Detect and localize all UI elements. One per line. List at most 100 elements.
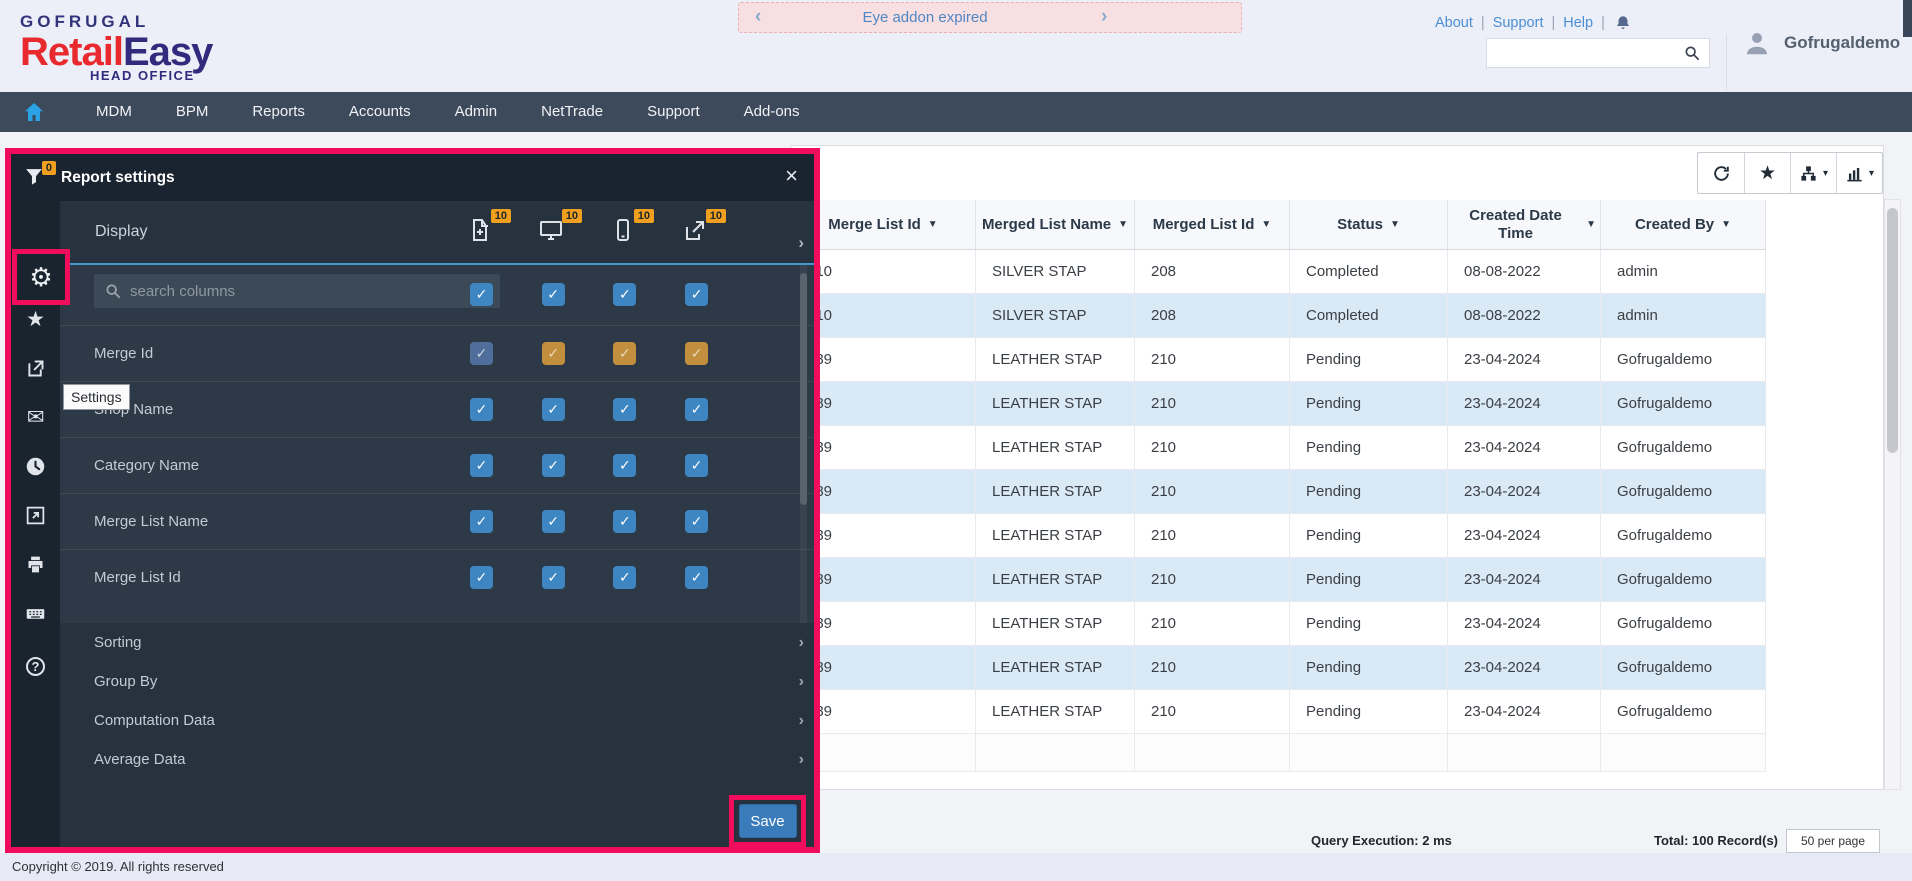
sort-dropdown-icon[interactable]: ▼	[928, 219, 938, 231]
scrollbar-thumb[interactable]	[1887, 208, 1898, 453]
sidebar-item-schedule[interactable]	[11, 454, 60, 478]
header-link-help[interactable]: Help	[1563, 15, 1593, 31]
column-header-status[interactable]: Status ▼	[1290, 200, 1448, 249]
column-checkbox[interactable]: ✓	[613, 397, 637, 421]
panel-scrollbar[interactable]	[800, 265, 807, 623]
column-checkbox[interactable]: ✓	[470, 341, 493, 365]
refresh-button[interactable]	[1698, 153, 1744, 193]
header-link-about[interactable]: About	[1435, 15, 1473, 31]
column-header-merged-list-name[interactable]: Merged List Name ▼	[976, 200, 1135, 249]
column-checkbox[interactable]: ✓	[613, 341, 637, 365]
nav-item-accounts[interactable]: Accounts	[327, 103, 433, 120]
sidebar-item-print[interactable]	[11, 552, 60, 576]
column-checkbox[interactable]: ✓	[613, 509, 637, 533]
nav-item-support[interactable]: Support	[625, 103, 722, 120]
table-row[interactable]	[791, 734, 1766, 772]
sidebar-item-settings[interactable]: ⚙	[12, 249, 70, 305]
home-icon[interactable]	[22, 100, 46, 124]
filter-button[interactable]: 0	[25, 160, 56, 188]
sidebar-item-help[interactable]: ?	[11, 654, 60, 678]
column-checkbox[interactable]: ✓	[470, 565, 493, 589]
export-share-icon[interactable]: 10	[683, 209, 726, 244]
sidebar-item-keyboard[interactable]	[11, 601, 60, 625]
chevron-right-icon[interactable]: ›	[799, 751, 804, 769]
column-checkbox[interactable]: ✓	[470, 397, 493, 421]
chevron-right-icon[interactable]: ›	[799, 712, 804, 730]
chevron-right-icon[interactable]: ›	[799, 634, 804, 652]
column-checkbox[interactable]: ✓	[685, 283, 709, 306]
chart-view-button[interactable]: ▾	[1836, 153, 1882, 193]
chevron-right-icon[interactable]: ›	[799, 673, 804, 691]
mobile-phone-icon[interactable]: 10	[611, 209, 654, 244]
column-checkbox[interactable]: ✓	[685, 397, 709, 421]
display-section-header[interactable]: Display 10 10 10 10 ›	[60, 201, 814, 265]
column-checkbox[interactable]: ✓	[685, 341, 709, 365]
table-row[interactable]: 289LEATHER STAP210Pending23-04-2024Gofru…	[791, 338, 1766, 382]
nav-item-nettrade[interactable]: NetTrade	[519, 103, 625, 120]
section-row-group-by[interactable]: Group By ›	[60, 662, 814, 701]
column-checkbox[interactable]: ✓	[613, 283, 637, 306]
table-row[interactable]: 210SILVER STAP208Completed08-08-2022admi…	[791, 294, 1766, 338]
section-row-computation-data[interactable]: Computation Data ›	[60, 701, 814, 740]
table-row[interactable]: 289LEATHER STAP210Pending23-04-2024Gofru…	[791, 382, 1766, 426]
sidebar-item-export-view[interactable]	[11, 503, 60, 527]
column-checkbox[interactable]: ✓	[541, 397, 565, 421]
search-icon[interactable]	[1684, 45, 1700, 62]
section-row-sorting[interactable]: Sorting ›	[60, 623, 814, 662]
column-checkbox[interactable]: ✓	[613, 453, 637, 477]
table-row[interactable]: 289LEATHER STAP210Pending23-04-2024Gofru…	[791, 426, 1766, 470]
table-row[interactable]: 210SILVER STAP208Completed08-08-2022admi…	[791, 250, 1766, 294]
nav-item-admin[interactable]: Admin	[433, 103, 520, 120]
panel-scrollbar-thumb[interactable]	[800, 273, 807, 505]
nav-item-add-ons[interactable]: Add-ons	[722, 103, 822, 120]
global-search-input[interactable]	[1487, 45, 1684, 61]
nav-item-bpm[interactable]: BPM	[154, 103, 231, 120]
hierarchy-view-button[interactable]: ▾	[1790, 153, 1836, 193]
sidebar-item-share[interactable]	[11, 356, 60, 380]
per-page-select[interactable]: 50 per page	[1786, 829, 1880, 853]
user-menu[interactable]: Gofrugaldemo	[1742, 28, 1900, 58]
sort-dropdown-icon[interactable]: ▼	[1261, 219, 1271, 231]
column-checkbox[interactable]: ✓	[541, 509, 565, 533]
column-checkbox[interactable]: ✓	[541, 565, 565, 589]
table-row[interactable]: 289LEATHER STAP210Pending23-04-2024Gofru…	[791, 646, 1766, 690]
save-button[interactable]: Save	[738, 804, 797, 838]
section-row-average-data[interactable]: Average Data ›	[60, 740, 814, 779]
column-checkbox[interactable]: ✓	[685, 453, 709, 477]
column-checkbox[interactable]: ✓	[541, 341, 565, 365]
column-checkbox[interactable]: ✓	[541, 283, 565, 306]
column-checkbox[interactable]: ✓	[685, 565, 709, 589]
sort-dropdown-icon[interactable]: ▼	[1586, 219, 1596, 231]
column-header-merged-list-id[interactable]: Merged List Id ▼	[1135, 200, 1290, 249]
sort-dropdown-icon[interactable]: ▼	[1118, 219, 1128, 231]
column-checkbox[interactable]: ✓	[470, 283, 493, 306]
vertical-scrollbar[interactable]	[1884, 199, 1901, 790]
column-search-input[interactable]	[130, 282, 500, 300]
desktop-monitor-icon[interactable]: 10	[539, 209, 582, 244]
table-row[interactable]: 289LEATHER STAP210Pending23-04-2024Gofru…	[791, 470, 1766, 514]
add-document-icon[interactable]: 10	[468, 209, 511, 244]
sidebar-item-mail[interactable]: ✉	[11, 405, 60, 429]
table-row[interactable]: 289LEATHER STAP210Pending23-04-2024Gofru…	[791, 558, 1766, 602]
table-row[interactable]: 289LEATHER STAP210Pending23-04-2024Gofru…	[791, 602, 1766, 646]
chevron-right-icon[interactable]: ›	[798, 233, 804, 253]
close-icon[interactable]: ×	[785, 163, 798, 189]
sort-dropdown-icon[interactable]: ▼	[1390, 219, 1400, 231]
table-row[interactable]: 289LEATHER STAP210Pending23-04-2024Gofru…	[791, 690, 1766, 734]
column-checkbox[interactable]: ✓	[685, 509, 709, 533]
header-link-support[interactable]: Support	[1493, 15, 1544, 31]
table-row[interactable]: 289LEATHER STAP210Pending23-04-2024Gofru…	[791, 514, 1766, 558]
sort-dropdown-icon[interactable]: ▼	[1721, 219, 1731, 231]
column-checkbox[interactable]: ✓	[541, 453, 565, 477]
notification-bell-icon[interactable]	[1614, 14, 1632, 32]
favorite-button[interactable]: ★	[1744, 153, 1790, 193]
nav-item-mdm[interactable]: MDM	[74, 103, 154, 120]
column-checkbox[interactable]: ✓	[470, 453, 493, 477]
column-checkbox[interactable]: ✓	[613, 565, 637, 589]
column-header-created-by[interactable]: Created By ▼	[1601, 200, 1766, 249]
column-checkbox[interactable]: ✓	[470, 509, 493, 533]
sidebar-item-favorites[interactable]: ★	[11, 307, 60, 331]
nav-item-reports[interactable]: Reports	[230, 103, 327, 120]
banner-next-icon[interactable]: ›	[1101, 6, 1107, 28]
column-header-created-date-time[interactable]: Created Date Time ▼	[1448, 200, 1601, 249]
